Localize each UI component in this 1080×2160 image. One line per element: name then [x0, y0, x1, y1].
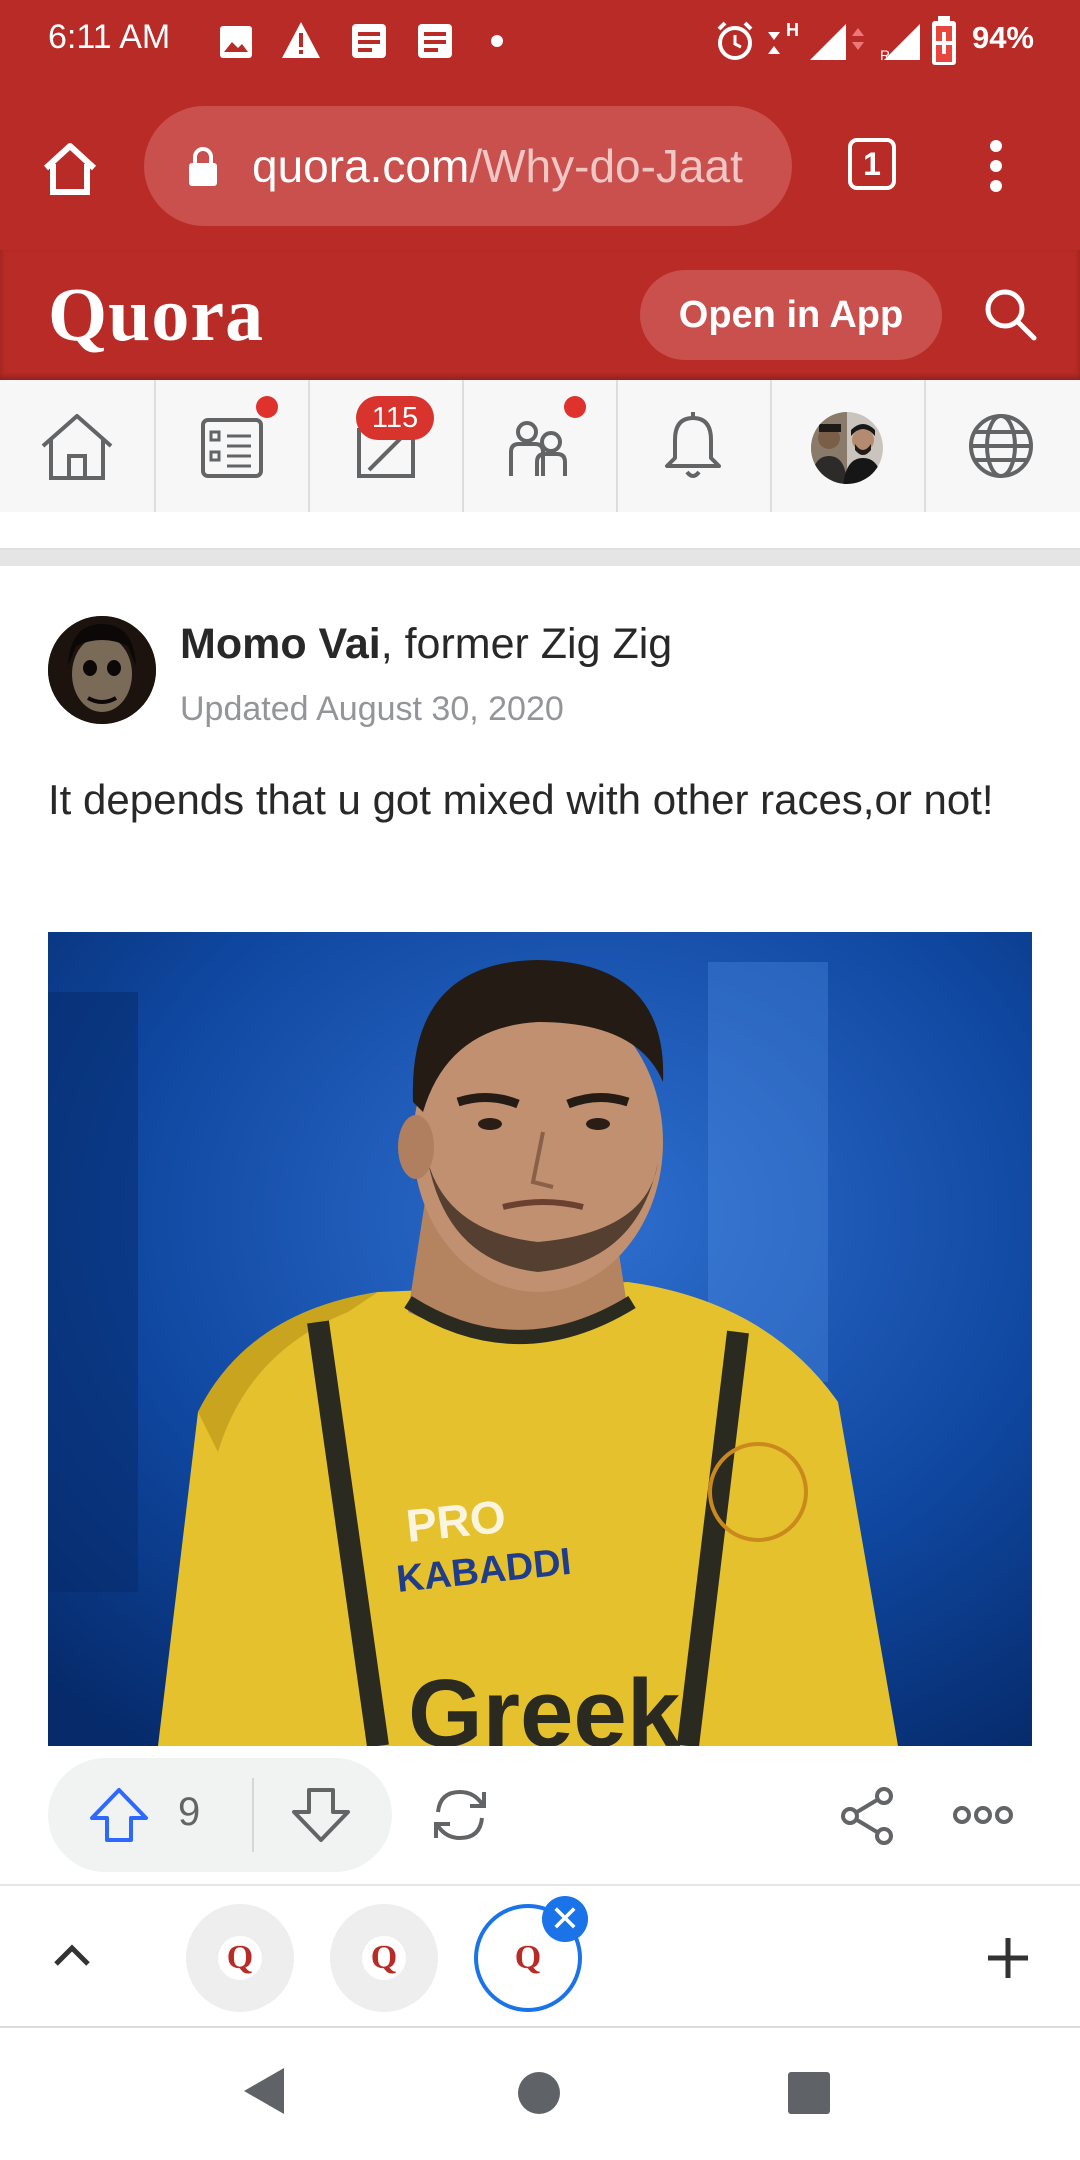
feed-divider — [0, 550, 1080, 566]
image-icon — [220, 26, 252, 58]
battery-percent: 94% — [971, 20, 1034, 55]
downvote-icon[interactable] — [290, 1786, 352, 1844]
browser-tab[interactable]: Q — [186, 1904, 294, 2012]
feed-icon — [201, 418, 263, 478]
svg-text:H: H — [786, 20, 799, 40]
quora-favicon: Q — [218, 1936, 262, 1980]
status-bar: 6:11 AM H R 94% — [0, 0, 1080, 84]
status-time: 6:11 AM — [48, 18, 171, 56]
home-icon — [41, 414, 113, 480]
browser-tab[interactable]: Q — [330, 1904, 438, 2012]
url-path: /Why-do-Jaat — [469, 140, 743, 192]
profile-avatar — [811, 412, 883, 484]
battery-icon — [932, 16, 956, 65]
home-icon[interactable] — [40, 140, 100, 196]
quora-logo[interactable]: Quora — [48, 272, 264, 359]
author-credential: , former Zig Zig — [380, 620, 673, 668]
signal-icon — [810, 24, 846, 60]
quora-favicon: Q — [506, 1936, 550, 1980]
svg-text:PRO: PRO — [404, 1490, 509, 1552]
new-tab-icon[interactable] — [984, 1934, 1032, 1982]
answer-count-badge: 115 — [356, 396, 434, 440]
more-vert-icon[interactable] — [984, 138, 1008, 194]
tab-switcher-button[interactable]: 1 — [848, 138, 896, 190]
nav-language[interactable] — [924, 380, 1078, 512]
author-line: Momo Vai, former Zig Zig — [180, 620, 672, 669]
answer-image[interactable]: PRO KABADDI Greek — [48, 932, 1032, 1746]
url-text: quora.com/Why-do-Jaat — [252, 139, 772, 193]
author-avatar-image — [48, 616, 156, 724]
share-icon[interactable] — [838, 1786, 898, 1846]
upvote-count: 9 — [178, 1790, 201, 1834]
nav-spaces[interactable] — [462, 380, 618, 512]
data-arrows-icon — [852, 28, 864, 50]
warning-icon — [282, 22, 320, 58]
people-icon — [509, 421, 567, 476]
share-reshare-icon[interactable] — [428, 1784, 492, 1846]
more-options-icon[interactable] — [952, 1802, 1014, 1828]
nav-notifications[interactable] — [616, 380, 772, 512]
nav-home[interactable] — [0, 380, 156, 512]
recents-icon[interactable] — [786, 2070, 832, 2116]
svg-text:Greek: Greek — [408, 1660, 681, 1746]
nav-underline — [0, 512, 1080, 550]
bell-icon — [665, 412, 721, 478]
svg-text:R: R — [880, 47, 890, 62]
tab-count: 1 — [863, 146, 881, 182]
globe-icon — [969, 414, 1033, 478]
upvote-icon[interactable] — [88, 1786, 150, 1844]
back-icon[interactable] — [240, 2064, 288, 2118]
lock-icon — [189, 147, 217, 186]
author-name[interactable]: Momo Vai — [180, 620, 381, 668]
answer-text: It depends that u got mixed with other r… — [48, 776, 994, 823]
signal-icon: R — [880, 24, 920, 62]
dot-icon — [491, 35, 503, 47]
news-icon — [418, 24, 452, 58]
answer-date[interactable]: Updated August 30, 2020 — [180, 690, 564, 729]
open-in-app-button[interactable]: Open in App — [640, 270, 942, 360]
news-icon — [352, 24, 386, 58]
alarm-icon — [717, 21, 753, 60]
nav-following[interactable] — [154, 380, 310, 512]
chevron-up-icon[interactable] — [52, 1940, 92, 1970]
nav-profile[interactable] — [770, 380, 926, 512]
home-button-icon[interactable] — [516, 2070, 562, 2116]
notification-dot — [564, 396, 586, 418]
notification-dot — [256, 396, 278, 418]
quora-favicon: Q — [362, 1936, 406, 1980]
vote-divider — [252, 1778, 254, 1852]
kabaddi-player-photo: PRO KABADDI Greek — [48, 932, 1032, 1746]
search-icon[interactable] — [982, 286, 1038, 342]
url-domain: quora.com — [252, 140, 470, 192]
close-tab-button[interactable]: ✕ — [542, 1896, 588, 1942]
quora-nav-bar — [0, 380, 1080, 514]
data-arrows-icon: H — [768, 20, 799, 54]
author-avatar[interactable] — [48, 616, 156, 724]
